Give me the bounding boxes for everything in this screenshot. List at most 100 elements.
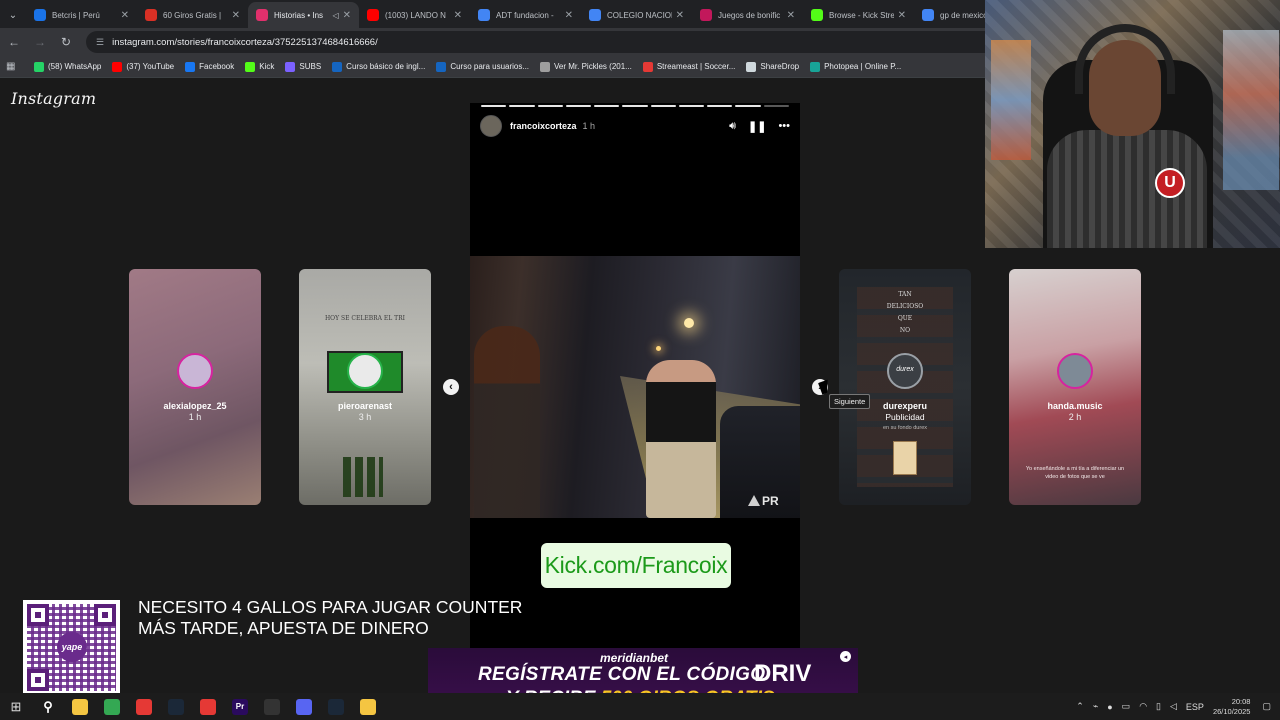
browser-tab[interactable]: Juegos de bonific ✕ bbox=[692, 2, 803, 28]
tab-close-icon[interactable]: ✕ bbox=[232, 10, 240, 21]
bookmark-label: Kick bbox=[259, 62, 275, 71]
media-player-icon[interactable] bbox=[128, 693, 160, 720]
display-icon[interactable]: ▭ bbox=[1122, 701, 1131, 712]
browser-tab[interactable]: Betcris | Perú ✕ bbox=[26, 2, 137, 28]
forward-icon[interactable]: → bbox=[28, 30, 52, 54]
browser-tab[interactable]: Browse - Kick Stre ✕ bbox=[803, 2, 914, 28]
battery-icon[interactable]: ▯ bbox=[1156, 701, 1161, 712]
speaker-icon[interactable]: ◁ bbox=[1170, 701, 1177, 712]
bookmark-item[interactable]: Ver Mr. Pickles (201... bbox=[540, 61, 632, 72]
overlay-word: TAN bbox=[898, 291, 912, 298]
story-thumb-alexialopez[interactable]: alexialopez_25 1 h bbox=[129, 269, 261, 505]
bookmark-item[interactable]: Facebook bbox=[185, 61, 234, 72]
story-time: 1 h bbox=[582, 121, 596, 131]
bookmark-favicon-icon bbox=[642, 61, 653, 72]
volume-icon[interactable]: 🔊︎ bbox=[729, 120, 736, 133]
microphone-icon[interactable]: ● bbox=[1107, 702, 1112, 712]
bookmark-item[interactable]: Curso para usuarios... bbox=[436, 61, 529, 72]
more-options-icon[interactable]: ••• bbox=[778, 120, 790, 132]
bookmark-item[interactable]: Curso básico de ingl... bbox=[332, 61, 425, 72]
notifications-icon[interactable]: ▢ bbox=[1262, 701, 1271, 712]
avatar[interactable] bbox=[480, 115, 502, 137]
bookmark-label: ShareDrop bbox=[760, 62, 800, 71]
tab-title: 60 Giros Gratis | bbox=[163, 10, 222, 20]
tooltip: Siguiente bbox=[829, 394, 871, 409]
premiere-icon[interactable]: Pr bbox=[224, 693, 256, 720]
chrome-icon[interactable] bbox=[96, 693, 128, 720]
wifi-icon[interactable]: ◠ bbox=[1139, 701, 1147, 712]
network-icon[interactable]: ⌁ bbox=[1093, 701, 1098, 712]
anydesk-icon[interactable] bbox=[192, 693, 224, 720]
person-left bbox=[474, 326, 540, 518]
avatar-logo-text: durex bbox=[896, 366, 914, 373]
browser-tab[interactable]: COLEGIO NACION ✕ bbox=[581, 2, 692, 28]
back-icon[interactable]: ← bbox=[2, 30, 26, 54]
steam-2-glyph bbox=[328, 698, 344, 715]
avatar bbox=[1057, 353, 1093, 389]
tab-close-icon[interactable]: ✕ bbox=[787, 10, 795, 21]
instagram-logo[interactable]: Instagram bbox=[11, 89, 96, 108]
bookmark-label: Ver Mr. Pickles (201... bbox=[554, 62, 632, 71]
tab-audio-icon[interactable]: ◁ bbox=[332, 11, 338, 20]
search-glyph: ⚲ bbox=[40, 698, 56, 715]
tab-title: Juegos de bonific bbox=[718, 10, 781, 20]
steam-2-icon[interactable] bbox=[320, 693, 352, 720]
bookmark-item[interactable]: Photopea | Online P... bbox=[810, 61, 901, 72]
tab-close-icon[interactable]: ✕ bbox=[676, 10, 684, 21]
media-player-glyph bbox=[136, 698, 152, 715]
bookmark-favicon-icon bbox=[112, 61, 123, 72]
browser-tab[interactable]: ADT fundacion - ✕ bbox=[470, 2, 581, 28]
bottles-image bbox=[343, 457, 383, 497]
steam-icon[interactable] bbox=[160, 693, 192, 720]
windows-start-icon[interactable]: ⊞ bbox=[0, 693, 32, 720]
site-info-icon[interactable]: ☰ bbox=[96, 37, 104, 48]
browser-tab[interactable]: 60 Giros Gratis | ✕ bbox=[137, 2, 248, 28]
pause-icon[interactable]: ❚❚ bbox=[748, 120, 766, 133]
street-lamp bbox=[684, 318, 694, 328]
language-indicator[interactable]: ESP bbox=[1186, 702, 1204, 712]
story-thumb-handamusic[interactable]: handa.music 2 h Yo enseñándole a mi tía … bbox=[1009, 269, 1141, 505]
chevron-up-icon[interactable]: ⌃ bbox=[1076, 701, 1084, 712]
clock[interactable]: 20:08 26/10/2025 bbox=[1213, 697, 1251, 717]
tab-close-icon[interactable]: ✕ bbox=[343, 10, 351, 21]
tab-close-icon[interactable]: ✕ bbox=[565, 10, 573, 21]
avatar bbox=[177, 353, 213, 389]
overlay-word: DELICIOSO bbox=[886, 303, 924, 310]
tab-close-icon[interactable]: ✕ bbox=[454, 10, 462, 21]
reload-icon[interactable]: ↻ bbox=[54, 30, 78, 54]
bookmark-favicon-icon bbox=[332, 61, 343, 72]
bookmark-item[interactable]: (37) YouTube bbox=[112, 61, 174, 72]
story-thumb-durexperu[interactable]: TAN DELICIOSO QUE NO durex durexperu Public… bbox=[839, 269, 971, 505]
bookmark-item[interactable]: ShareDrop bbox=[746, 61, 800, 72]
search-icon[interactable]: ⚲ bbox=[32, 693, 64, 720]
browser-tab[interactable]: Historias • Ins ◁ ✕ bbox=[248, 2, 359, 28]
avatar bbox=[347, 353, 383, 389]
bookmark-item[interactable]: Kick bbox=[245, 61, 275, 72]
tab-close-icon[interactable]: ✕ bbox=[898, 10, 906, 21]
previous-story-button[interactable]: ‹ bbox=[443, 379, 459, 395]
bookmarks-list: (58) WhatsApp (37) YouTube Facebook Kick SUB… bbox=[34, 61, 912, 72]
bookmark-item[interactable]: Streameast | Soccer... bbox=[642, 61, 735, 72]
tab-title: Historias • Ins bbox=[274, 10, 324, 20]
browser-tab[interactable]: (1003) LANDO N ✕ bbox=[359, 2, 470, 28]
apps-grid-icon[interactable]: ▦ bbox=[6, 61, 22, 72]
tab-search-icon[interactable]: ⌄ bbox=[0, 2, 26, 28]
url-text: instagram.com/stories/francoixcorteza/37… bbox=[112, 36, 378, 48]
bookmark-item[interactable]: (58) WhatsApp bbox=[34, 61, 101, 72]
story-time: 1 h bbox=[188, 412, 202, 422]
street-lamp bbox=[656, 346, 661, 351]
progress-segment bbox=[707, 105, 733, 107]
yape-qr-code: yape bbox=[23, 600, 120, 695]
progress-segment bbox=[509, 105, 535, 107]
obs-icon[interactable] bbox=[256, 693, 288, 720]
tab-favicon-icon bbox=[34, 9, 46, 21]
story-username[interactable]: francoixcorteza bbox=[510, 121, 577, 131]
bookmark-item[interactable]: SUBS bbox=[285, 61, 321, 72]
sticky-icon[interactable] bbox=[352, 693, 384, 720]
story-thumb-pieroarenast[interactable]: HOY SE CELEBRA EL TRI pieroarenast 3 h bbox=[299, 269, 431, 505]
tab-close-icon[interactable]: ✕ bbox=[121, 10, 129, 21]
file-explorer-icon[interactable] bbox=[64, 693, 96, 720]
kick-link-sticker[interactable]: Kick.com/Francoix bbox=[541, 543, 731, 588]
discord-icon[interactable] bbox=[288, 693, 320, 720]
taskbar-apps: ⚲ Pr bbox=[32, 693, 384, 720]
